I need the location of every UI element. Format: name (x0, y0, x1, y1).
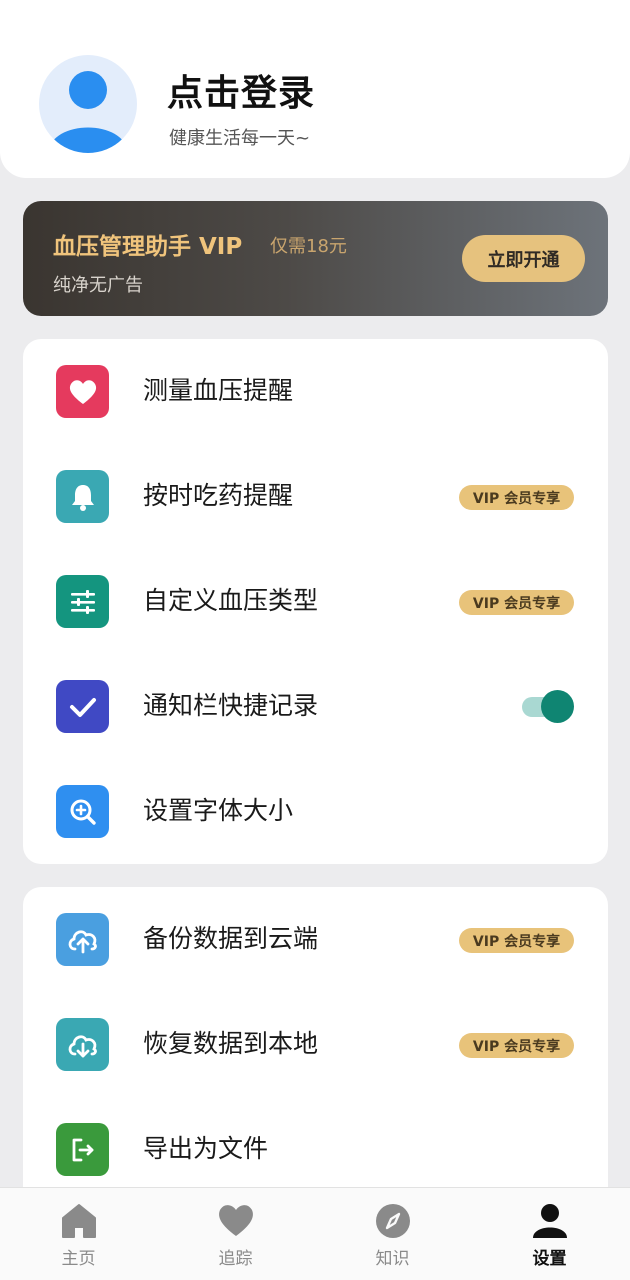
settings-card-data: 备份数据到云端 VIP 会员专享 恢复数据到本地 VIP 会员专享 导出为文件 (23, 887, 608, 1217)
vip-only-badge: VIP 会员专享 (459, 1033, 574, 1058)
sliders-icon (56, 575, 109, 628)
home-icon (62, 1204, 96, 1238)
setting-label: 通知栏快捷记录 (143, 691, 319, 720)
toggle-knob (541, 690, 574, 723)
vip-only-badge: VIP 会员专享 (459, 928, 574, 953)
vip-only-badge: VIP 会员专享 (459, 485, 574, 510)
zoom-in-icon (56, 785, 109, 838)
vip-price: 仅需18元 (270, 236, 347, 257)
vip-only-badge: VIP 会员专享 (459, 590, 574, 615)
vip-title: 血压管理助手 VIP (53, 234, 243, 260)
avatar[interactable] (39, 55, 137, 153)
setting-label: 自定义血压类型 (143, 586, 319, 615)
tab-label: 主页 (61, 1249, 96, 1269)
tab-settings[interactable]: 设置 (471, 1188, 628, 1280)
export-icon (56, 1123, 109, 1176)
setting-row-font-size[interactable]: 设置字体大小 (23, 759, 608, 864)
setting-row-bp-reminder[interactable]: 测量血压提醒 (23, 339, 608, 444)
setting-label: 按时吃药提醒 (143, 481, 294, 510)
tab-label: 知识 (375, 1249, 410, 1269)
profile-header[interactable]: 点击登录 健康生活每一天~ (0, 0, 630, 178)
login-title[interactable]: 点击登录 (167, 64, 315, 116)
setting-label: 恢复数据到本地 (143, 1029, 319, 1058)
check-icon (56, 680, 109, 733)
login-subtitle: 健康生活每一天~ (169, 128, 311, 149)
heart-icon (219, 1205, 253, 1236)
compass-icon (376, 1204, 410, 1238)
tab-knowledge[interactable]: 知识 (314, 1188, 471, 1280)
cloud-download-icon (56, 1018, 109, 1071)
setting-row-backup-cloud[interactable]: 备份数据到云端 VIP 会员专享 (23, 887, 608, 992)
vip-subtitle: 纯净无广告 (53, 275, 143, 296)
setting-label: 测量血压提醒 (143, 376, 294, 405)
setting-row-medicine-reminder[interactable]: 按时吃药提醒 VIP 会员专享 (23, 444, 608, 549)
notification-shortcut-toggle[interactable] (522, 690, 576, 723)
user-avatar-icon (48, 71, 128, 153)
bell-icon (56, 470, 109, 523)
settings-card-reminders: 测量血压提醒 按时吃药提醒 VIP 会员专享 自定义血压类型 VIP 会员专享 … (23, 339, 608, 864)
setting-label: 备份数据到云端 (143, 924, 319, 953)
setting-label: 导出为文件 (143, 1134, 269, 1163)
vip-banner[interactable]: 血压管理助手 VIP 仅需18元 纯净无广告 立即开通 (23, 201, 608, 316)
setting-row-custom-bp-type[interactable]: 自定义血压类型 VIP 会员专享 (23, 549, 608, 654)
user-icon (533, 1204, 567, 1238)
tab-label: 追踪 (218, 1249, 253, 1269)
setting-row-notification-shortcut[interactable]: 通知栏快捷记录 (23, 654, 608, 759)
tab-home[interactable]: 主页 (0, 1188, 157, 1280)
heart-icon (56, 365, 109, 418)
tab-tracking[interactable]: 追踪 (157, 1188, 314, 1280)
vip-subscribe-button[interactable]: 立即开通 (462, 235, 585, 282)
cloud-upload-icon (56, 913, 109, 966)
setting-row-restore-local[interactable]: 恢复数据到本地 VIP 会员专享 (23, 992, 608, 1097)
setting-label: 设置字体大小 (143, 796, 294, 825)
bottom-tab-bar: 主页 追踪 知识 设置 (0, 1187, 630, 1280)
tab-label: 设置 (532, 1249, 567, 1269)
